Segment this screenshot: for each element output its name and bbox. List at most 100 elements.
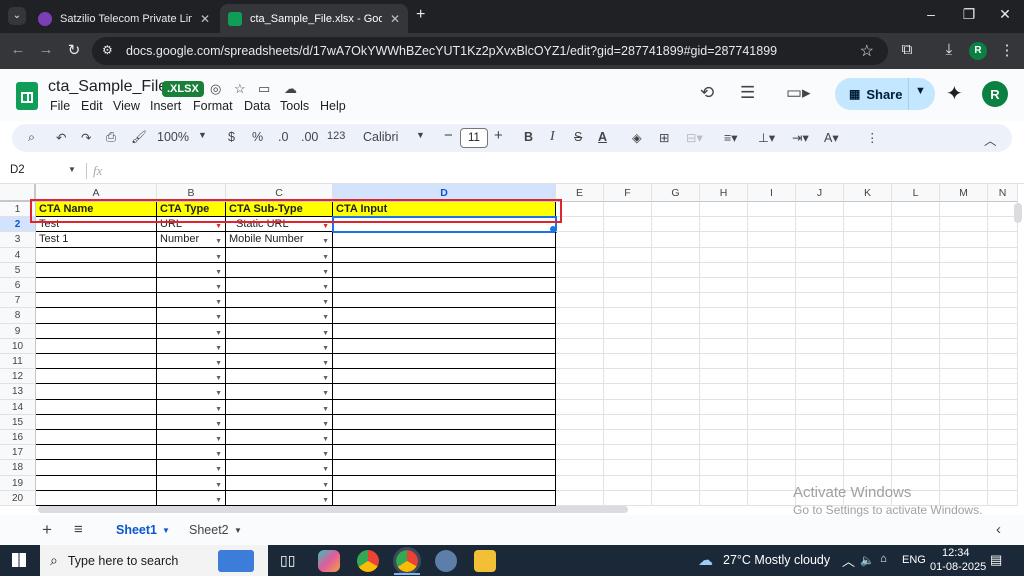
grid-cell[interactable] — [36, 445, 157, 461]
grid-cell[interactable] — [748, 293, 796, 309]
grid-cell[interactable] — [700, 354, 748, 370]
bookmark-star-icon[interactable]: ☆ — [860, 41, 874, 61]
grid-cell[interactable] — [652, 202, 700, 218]
grid-cell[interactable] — [988, 293, 1018, 309]
grid-cell[interactable] — [748, 338, 796, 354]
grid-cell[interactable] — [940, 445, 988, 461]
grid-cell[interactable] — [36, 354, 157, 370]
grid-cell[interactable] — [652, 369, 700, 385]
grid-cell[interactable] — [652, 308, 700, 324]
grid-cell[interactable] — [604, 232, 652, 248]
grid-cell[interactable] — [333, 323, 556, 339]
grid-cell[interactable] — [556, 262, 604, 278]
grid-cell[interactable] — [700, 247, 748, 263]
table-cell[interactable] — [333, 232, 556, 248]
dropdown-chip-icon[interactable]: ▼ — [322, 403, 329, 414]
grid-cell[interactable] — [652, 445, 700, 461]
download-icon[interactable]: ⤓ — [938, 41, 960, 58]
grid-cell[interactable]: ▼ — [226, 445, 333, 461]
grid-cell[interactable] — [604, 217, 652, 233]
grid-cell[interactable] — [796, 384, 844, 400]
dropdown-chip-icon[interactable]: ▼ — [215, 281, 222, 292]
grid-cell[interactable] — [36, 369, 157, 385]
dropdown-chip-icon[interactable]: ▼ — [215, 448, 222, 459]
menu-file[interactable]: File — [50, 99, 70, 113]
grid-cell[interactable] — [748, 369, 796, 385]
site-info-icon[interactable]: ⚙ — [102, 43, 113, 57]
grid-cell[interactable] — [940, 232, 988, 248]
grid-cell[interactable] — [604, 445, 652, 461]
menu-tools[interactable]: Tools — [280, 99, 309, 113]
increase-decimal-button[interactable]: .00 — [301, 130, 318, 144]
grid-cell[interactable] — [652, 384, 700, 400]
restore-icon[interactable]: ❐ — [954, 6, 984, 23]
grid-cell[interactable] — [940, 399, 988, 415]
window-close-icon[interactable]: ✕ — [990, 6, 1020, 23]
grid-cell[interactable] — [892, 338, 940, 354]
grid-cell[interactable]: ▼ — [157, 445, 226, 461]
row-header[interactable]: 20 — [0, 490, 36, 506]
row-header[interactable]: 17 — [0, 445, 36, 461]
dropdown-chip-icon[interactable]: ▼ — [215, 494, 222, 505]
browser-menu-icon[interactable]: ⋮ — [996, 41, 1018, 59]
grid-cell[interactable] — [700, 414, 748, 430]
column-header-g[interactable]: G — [652, 184, 700, 202]
grid-cell[interactable]: ▼ — [157, 475, 226, 491]
decrease-decimal-button[interactable]: .0 — [278, 130, 288, 144]
grid-cell[interactable] — [748, 262, 796, 278]
grid-cell[interactable] — [796, 323, 844, 339]
grid-cell[interactable] — [892, 354, 940, 370]
grid-cell[interactable]: ▼ — [226, 323, 333, 339]
dropdown-chip-icon[interactable]: ▼ — [215, 463, 222, 474]
grid-cell[interactable] — [333, 414, 556, 430]
more-options-icon[interactable]: ⋮ — [866, 130, 879, 145]
grid-cell[interactable] — [652, 475, 700, 491]
grid-cell[interactable] — [748, 490, 796, 506]
grid-cell[interactable] — [333, 262, 556, 278]
grid-cell[interactable] — [796, 354, 844, 370]
grid-cell[interactable] — [652, 399, 700, 415]
grid-cell[interactable] — [844, 262, 892, 278]
chevron-down-icon[interactable]: ▼ — [416, 130, 425, 140]
grid-cell[interactable] — [556, 460, 604, 476]
dropdown-chip-icon[interactable]: ▼ — [215, 327, 222, 338]
dropdown-chip-icon[interactable]: ▼ — [215, 342, 222, 353]
sheets-logo-icon[interactable] — [16, 82, 38, 110]
grid-cell[interactable]: ▼ — [226, 293, 333, 309]
row-header[interactable]: 3 — [0, 232, 36, 248]
move-folder-icon[interactable]: ▭ — [258, 81, 270, 97]
grid-cell[interactable] — [940, 308, 988, 324]
grid-cell[interactable] — [748, 475, 796, 491]
taskbar-search[interactable]: ⌕ Type here to search — [40, 545, 268, 576]
grid-cell[interactable] — [748, 323, 796, 339]
dropdown-chip-icon[interactable]: ▼ — [215, 311, 222, 322]
dropdown-chip-icon[interactable]: ▼ — [322, 342, 329, 353]
grid-cell[interactable] — [333, 475, 556, 491]
grid-cell[interactable] — [604, 202, 652, 218]
grid-cell[interactable] — [36, 460, 157, 476]
grid-cell[interactable] — [892, 217, 940, 233]
dropdown-chip-icon[interactable]: ▼ — [215, 479, 222, 490]
back-icon[interactable]: ← — [8, 41, 28, 58]
grid-cell[interactable] — [652, 460, 700, 476]
speaker-icon[interactable]: 🔈 — [860, 553, 874, 567]
grid-cell[interactable] — [333, 278, 556, 294]
grid-cell[interactable] — [892, 278, 940, 294]
grid-cell[interactable]: ▼ — [157, 338, 226, 354]
grid-cell[interactable] — [988, 323, 1018, 339]
borders-icon[interactable]: ⊞ — [659, 130, 669, 145]
column-header-l[interactable]: L — [892, 184, 940, 202]
grid-cell[interactable] — [333, 354, 556, 370]
dropdown-chip-icon[interactable]: ▼ — [215, 296, 222, 307]
grid-cell[interactable] — [892, 247, 940, 263]
reload-icon[interactable]: ↻ — [64, 41, 84, 59]
grid-cell[interactable] — [988, 232, 1018, 248]
grid-cell[interactable] — [604, 460, 652, 476]
font-size-input[interactable]: 11 — [460, 128, 488, 148]
grid-cell[interactable] — [988, 308, 1018, 324]
grid-cell[interactable]: ▼ — [157, 293, 226, 309]
grid-cell[interactable] — [556, 232, 604, 248]
grid-cell[interactable] — [700, 460, 748, 476]
grid-cell[interactable] — [940, 247, 988, 263]
grid-cell[interactable] — [36, 262, 157, 278]
